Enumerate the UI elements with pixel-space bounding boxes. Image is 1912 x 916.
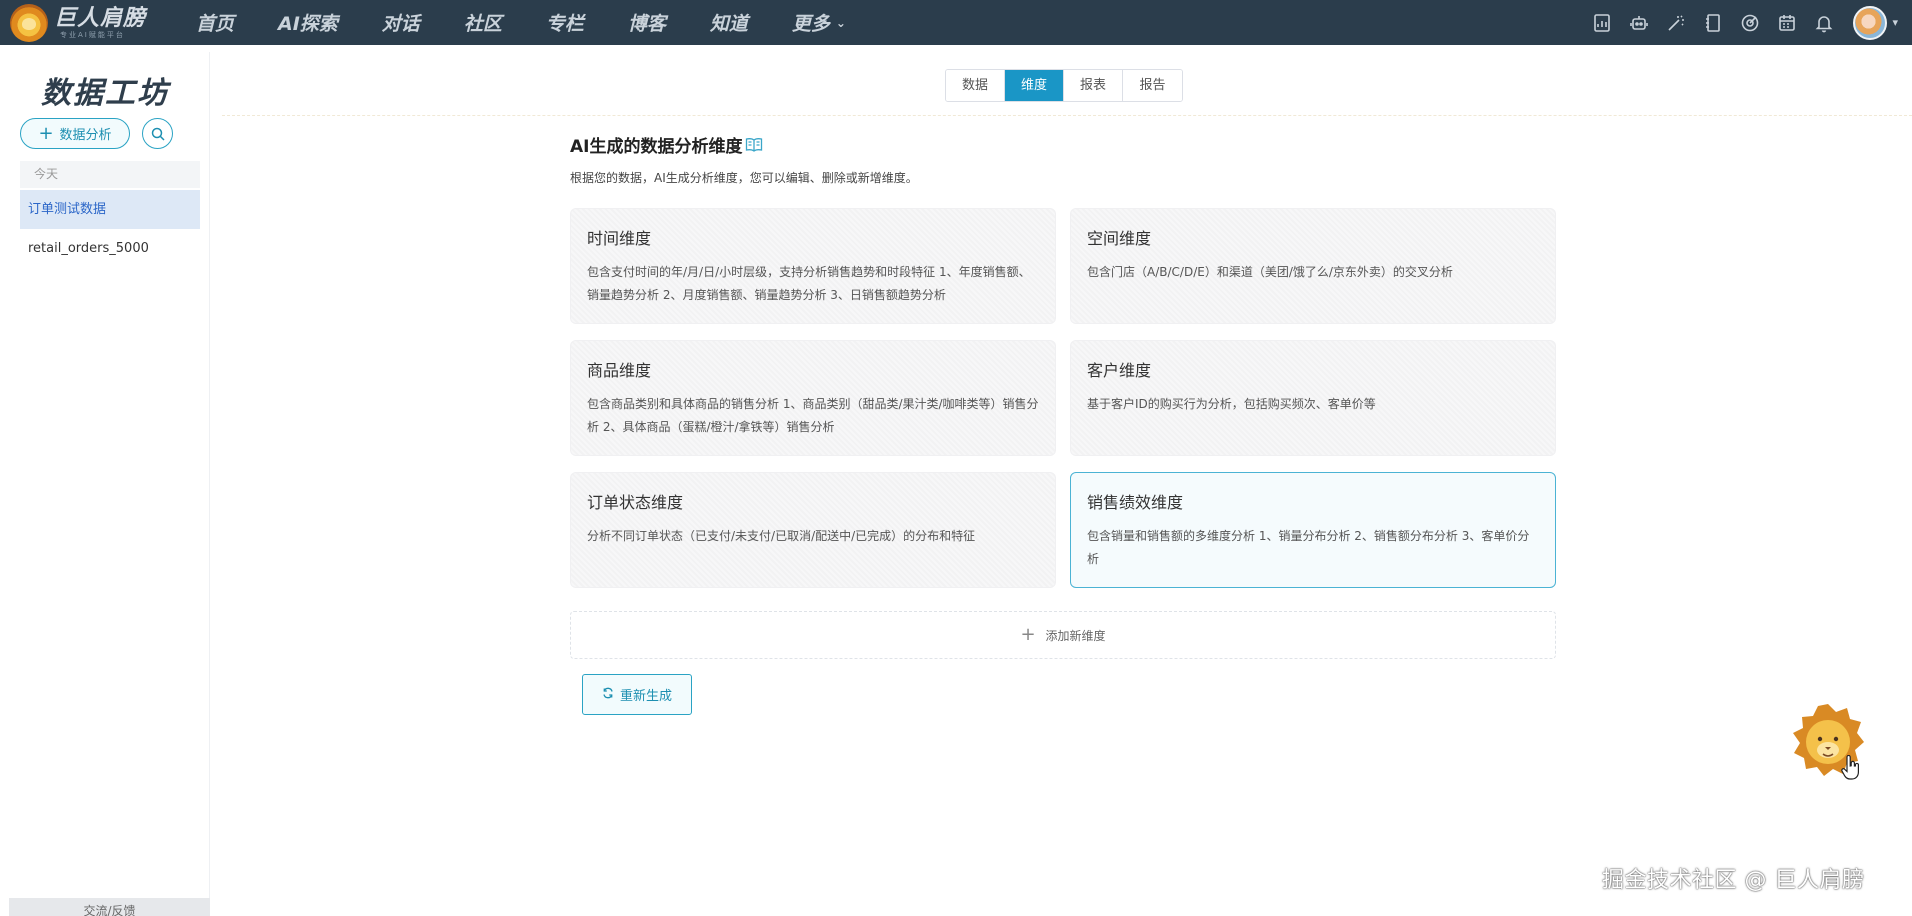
lion-logo-icon [10,3,48,42]
nav-item-knowledge[interactable]: 知道 [710,9,748,36]
book-icon [745,137,763,153]
chevron-down-icon[interactable]: ▾ [1892,16,1898,29]
card-description: 包含支付时间的年/月/日/小时层级，支持分析销售趋势和时段特征 1、年度销售额、… [587,265,1031,302]
card-description: 包含门店（A/B/C/D/E）和渠道（美团/饿了么/京东外卖）的交叉分析 [1087,265,1453,279]
logo-subtitle: 专业AI赋能平台 [60,30,125,39]
watermark: 掘金技术社区 @ 巨人肩膀 [1602,868,1865,893]
tab-data[interactable]: 数据 [946,70,1005,101]
logo-title: 巨人肩膀 [54,5,147,31]
report-icon[interactable] [1591,12,1613,34]
sidebar-search-button[interactable] [142,118,173,149]
magic-wand-icon[interactable] [1665,12,1687,34]
top-navigation-bar: 巨人肩膀 专业AI赋能平台 首页 AI探索 对话 社区 专栏 博客 知道 更多 … [0,0,1912,45]
sidebar-title: 数据工坊 [41,76,169,111]
sidebar: 数据工坊 + 数据分析 今天 订单测试数据 retail_orders_5000… [9,52,210,916]
plus-icon: + [1020,624,1036,645]
add-dimension-label: 添加新维度 [1045,628,1106,643]
nav-item-chat[interactable]: 对话 [382,9,420,36]
page-description: 根据您的数据，AI生成分析维度，您可以编辑、删除或新增维度。 [570,171,918,185]
refresh-icon [602,687,614,703]
card-description: 包含商品类别和具体商品的销售分析 1、商品类别（甜品类/果汁类/咖啡类等）销售分… [587,397,1039,434]
tab-dimensions[interactable]: 维度 [1005,70,1064,101]
feedback-button[interactable]: 交流/反馈 [9,898,210,916]
dimension-card-order-status[interactable]: 订单状态维度 分析不同订单状态（已支付/未支付/已取消/配送中/已完成）的分布和… [570,472,1056,588]
card-title: 商品维度 [587,361,652,380]
notebook-icon[interactable] [1702,12,1724,34]
nav-more-label: 更多 [791,13,830,35]
nav-item-community[interactable]: 社区 [464,9,502,36]
card-title: 客户维度 [1087,361,1152,380]
main-nav: 首页 AI探索 对话 社区 专栏 博客 知道 更多 ⌄ [196,9,890,36]
avatar[interactable] [1853,5,1888,40]
regenerate-button[interactable]: 重新生成 [582,674,692,715]
nav-item-more[interactable]: 更多 ⌄ [792,9,846,36]
tab-charts[interactable]: 报表 [1064,70,1123,101]
page-title: AI生成的数据分析维度 [570,132,1556,157]
robot-icon[interactable] [1628,12,1650,34]
history-item[interactable]: retail_orders_5000 [28,241,149,256]
nav-item-home[interactable]: 首页 [196,9,234,36]
divider [222,115,1912,116]
new-analysis-label: 数据分析 [59,128,112,143]
nav-item-column[interactable]: 专栏 [546,9,584,36]
history-group-today: 今天 [20,161,200,188]
chevron-down-icon: ⌄ [835,15,846,30]
dimension-card-time[interactable]: 时间维度 包含支付时间的年/月/日/小时层级，支持分析销售趋势和时段特征 1、年… [570,208,1056,324]
tab-report[interactable]: 报告 [1123,70,1182,101]
card-description: 包含销量和销售额的多维度分析 1、销量分布分析 2、销售额分布分析 3、客单价分… [1087,529,1530,566]
new-analysis-button[interactable]: + 数据分析 [20,118,130,149]
calendar-icon[interactable] [1776,12,1798,34]
dimension-card-space[interactable]: 空间维度 包含门店（A/B/C/D/E）和渠道（美团/饿了么/京东外卖）的交叉分… [1070,208,1556,324]
card-title: 订单状态维度 [587,493,684,512]
regenerate-label: 重新生成 [619,689,672,704]
top-icon-toolbar: ▾ [1576,0,1898,45]
logo[interactable]: 巨人肩膀 专业AI赋能平台 [10,3,180,42]
card-title: 时间维度 [587,229,652,248]
dimensions-header: AI生成的数据分析维度 根据您的数据，AI生成分析维度，您可以编辑、删除或新增维… [570,132,1556,186]
history-item-active[interactable]: 订单测试数据 [20,190,200,229]
dimension-card-grid: 时间维度 包含支付时间的年/月/日/小时层级，支持分析销售趋势和时段特征 1、年… [570,208,1556,588]
nav-item-ai-explore[interactable]: AI探索 [278,9,338,36]
view-tabs: 数据 维度 报表 报告 [945,69,1183,102]
card-description: 分析不同订单状态（已支付/未支付/已取消/配送中/已完成）的分布和特征 [587,529,976,543]
page-title-text: AI生成的数据分析维度 [570,137,743,157]
hand-cursor-icon [1841,755,1859,780]
plus-icon: + [38,122,54,144]
card-title: 空间维度 [1087,229,1152,248]
dimension-card-product[interactable]: 商品维度 包含商品类别和具体商品的销售分析 1、商品类别（甜品类/果汁类/咖啡类… [570,340,1056,456]
target-icon[interactable] [1739,12,1761,34]
dimension-card-customer[interactable]: 客户维度 基于客户ID的购买行为分析，包括购买频次、客单价等 [1070,340,1556,456]
card-description: 基于客户ID的购买行为分析，包括购买频次、客单价等 [1087,397,1376,411]
add-dimension-button[interactable]: + 添加新维度 [570,611,1556,659]
search-icon [151,127,165,141]
bell-icon[interactable] [1813,12,1835,34]
dimension-card-sales-performance[interactable]: 销售绩效维度 包含销量和销售额的多维度分析 1、销量分布分析 2、销售额分布分析… [1070,472,1556,588]
card-title: 销售绩效维度 [1087,493,1184,512]
nav-item-blog[interactable]: 博客 [628,9,666,36]
